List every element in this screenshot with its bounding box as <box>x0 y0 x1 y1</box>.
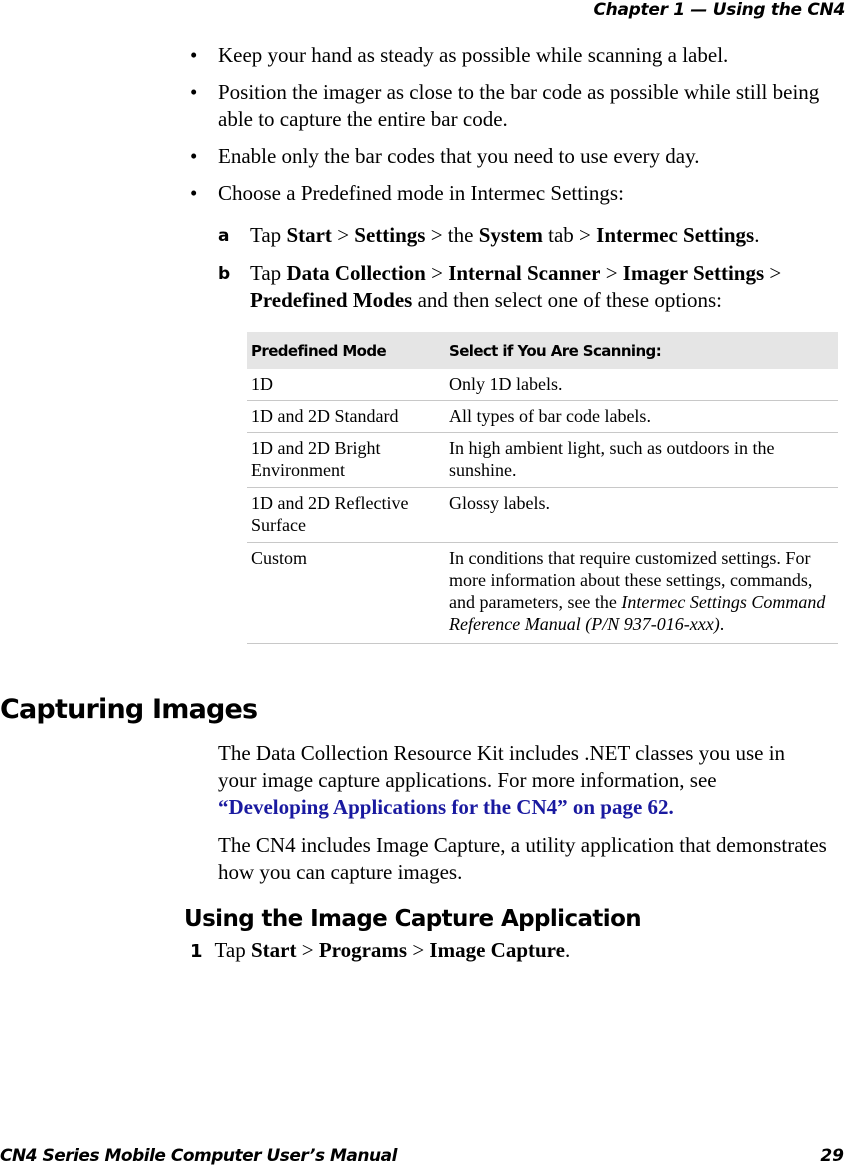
path-separator: > <box>600 261 623 285</box>
bullet-icon: • <box>190 144 198 168</box>
bullet-icon: • <box>190 80 198 104</box>
path-separator: > <box>425 261 449 285</box>
step-b: b Tap Data Collection > Internal Scanner… <box>218 260 838 314</box>
bullet-text: Position the imager as close to the bar … <box>218 80 820 131</box>
tips-bullet-list: • Keep your hand as steady as possible w… <box>190 42 830 217</box>
paragraph-text: The Data Collection Resource Kit include… <box>218 741 786 792</box>
description-cell: All types of bar code labels. <box>445 400 838 433</box>
ui-path-imager-settings: Imager Settings <box>622 261 765 285</box>
running-header-chapter: Chapter 1 — Using the CN4 <box>593 0 846 20</box>
ui-path-image-capture: Image Capture <box>429 938 565 962</box>
running-footer-manual-title: CN4 Series Mobile Computer User’s Manual <box>0 1146 397 1166</box>
bullet-text: Enable only the bar codes that you need … <box>218 144 700 168</box>
bullet-item: • Keep your hand as steady as possible w… <box>190 42 830 69</box>
ui-path-internal-scanner: Internal Scanner <box>448 261 601 285</box>
path-separator: > <box>407 938 430 962</box>
step-text: Tap <box>214 938 251 962</box>
mode-cell: 1D <box>247 369 445 401</box>
step-1: 1 Tap Start > Programs > Image Capture. <box>190 937 570 965</box>
step-text: . <box>754 223 760 247</box>
step-text: tab > <box>542 223 597 247</box>
bullet-text: Choose a Predefined mode in Intermec Set… <box>218 181 624 205</box>
bullet-item: • Enable only the bar codes that you nee… <box>190 143 830 170</box>
mode-cell: 1D and 2D Reflective Surface <box>247 487 445 543</box>
ui-path-data-collection: Data Collection <box>286 261 426 285</box>
predefined-modes-table: Predefined Mode Select if You Are Scanni… <box>247 332 838 644</box>
step-text: and then select one of these options: <box>412 288 723 312</box>
path-separator: > <box>331 223 355 247</box>
step-marker: b <box>218 264 231 284</box>
step-text: Tap <box>250 223 287 247</box>
ui-path-system: System <box>478 223 543 247</box>
ui-path-settings: Settings <box>354 223 426 247</box>
mode-cell: 1D and 2D Bright Environment <box>247 432 445 488</box>
table-row: 1D and 2D Reflective Surface Glossy labe… <box>247 487 838 543</box>
table-header-row: Predefined Mode Select if You Are Scanni… <box>247 332 838 369</box>
bullet-item: • Position the imager as close to the ba… <box>190 79 830 133</box>
bullet-icon: • <box>190 43 198 67</box>
step-marker: a <box>218 226 230 246</box>
image-capture-paragraph: The CN4 includes Image Capture, a utilit… <box>218 833 827 884</box>
column-header-scanning: Select if You Are Scanning: <box>445 332 838 369</box>
bullet-icon: • <box>190 181 198 205</box>
ui-path-programs: Programs <box>318 938 408 962</box>
bullet-item: • Choose a Predefined mode in Intermec S… <box>190 180 830 207</box>
ui-path-start: Start <box>250 938 297 962</box>
ui-path-start: Start <box>286 223 332 247</box>
table-row: 1D and 2D Standard All types of bar code… <box>247 400 838 433</box>
description-cell: In conditions that require customized se… <box>445 542 838 644</box>
section-heading-capturing-images: Capturing Images <box>0 694 258 725</box>
table-row: 1D and 2D Bright Environment In high amb… <box>247 432 838 488</box>
step-a: a Tap Start > Settings > the System tab … <box>218 222 838 249</box>
bullet-text: Keep your hand as steady as possible whi… <box>218 43 729 67</box>
description-cell: In high ambient light, such as outdoors … <box>445 432 838 488</box>
column-header-mode: Predefined Mode <box>247 332 445 369</box>
description-cell: Glossy labels. <box>445 487 838 543</box>
cross-reference-link[interactable]: “Developing Applications for the CN4” on… <box>218 795 674 819</box>
step-text: Tap <box>250 261 287 285</box>
page-number: 29 <box>820 1146 844 1166</box>
capturing-intro-paragraph: The Data Collection Resource Kit include… <box>218 740 828 821</box>
table-row: Custom In conditions that require custom… <box>247 542 838 644</box>
path-separator: > <box>296 938 319 962</box>
subsection-heading-image-capture-app: Using the Image Capture Application <box>184 906 642 932</box>
mode-cell: 1D and 2D Standard <box>247 400 445 433</box>
path-separator: > <box>764 261 782 285</box>
predefined-mode-steps: a Tap Start > Settings > the System tab … <box>218 222 838 325</box>
step-text: > the <box>425 223 479 247</box>
mode-cell: Custom <box>247 542 445 644</box>
step-number: 1 <box>190 941 203 962</box>
ui-path-predefined-modes: Predefined Modes <box>250 288 413 312</box>
description-text: . <box>719 614 725 634</box>
ui-path-intermec-settings: Intermec Settings <box>596 223 755 247</box>
step-text: . <box>564 938 571 962</box>
description-cell: Only 1D labels. <box>445 369 838 401</box>
table-row: 1D Only 1D labels. <box>247 369 838 401</box>
